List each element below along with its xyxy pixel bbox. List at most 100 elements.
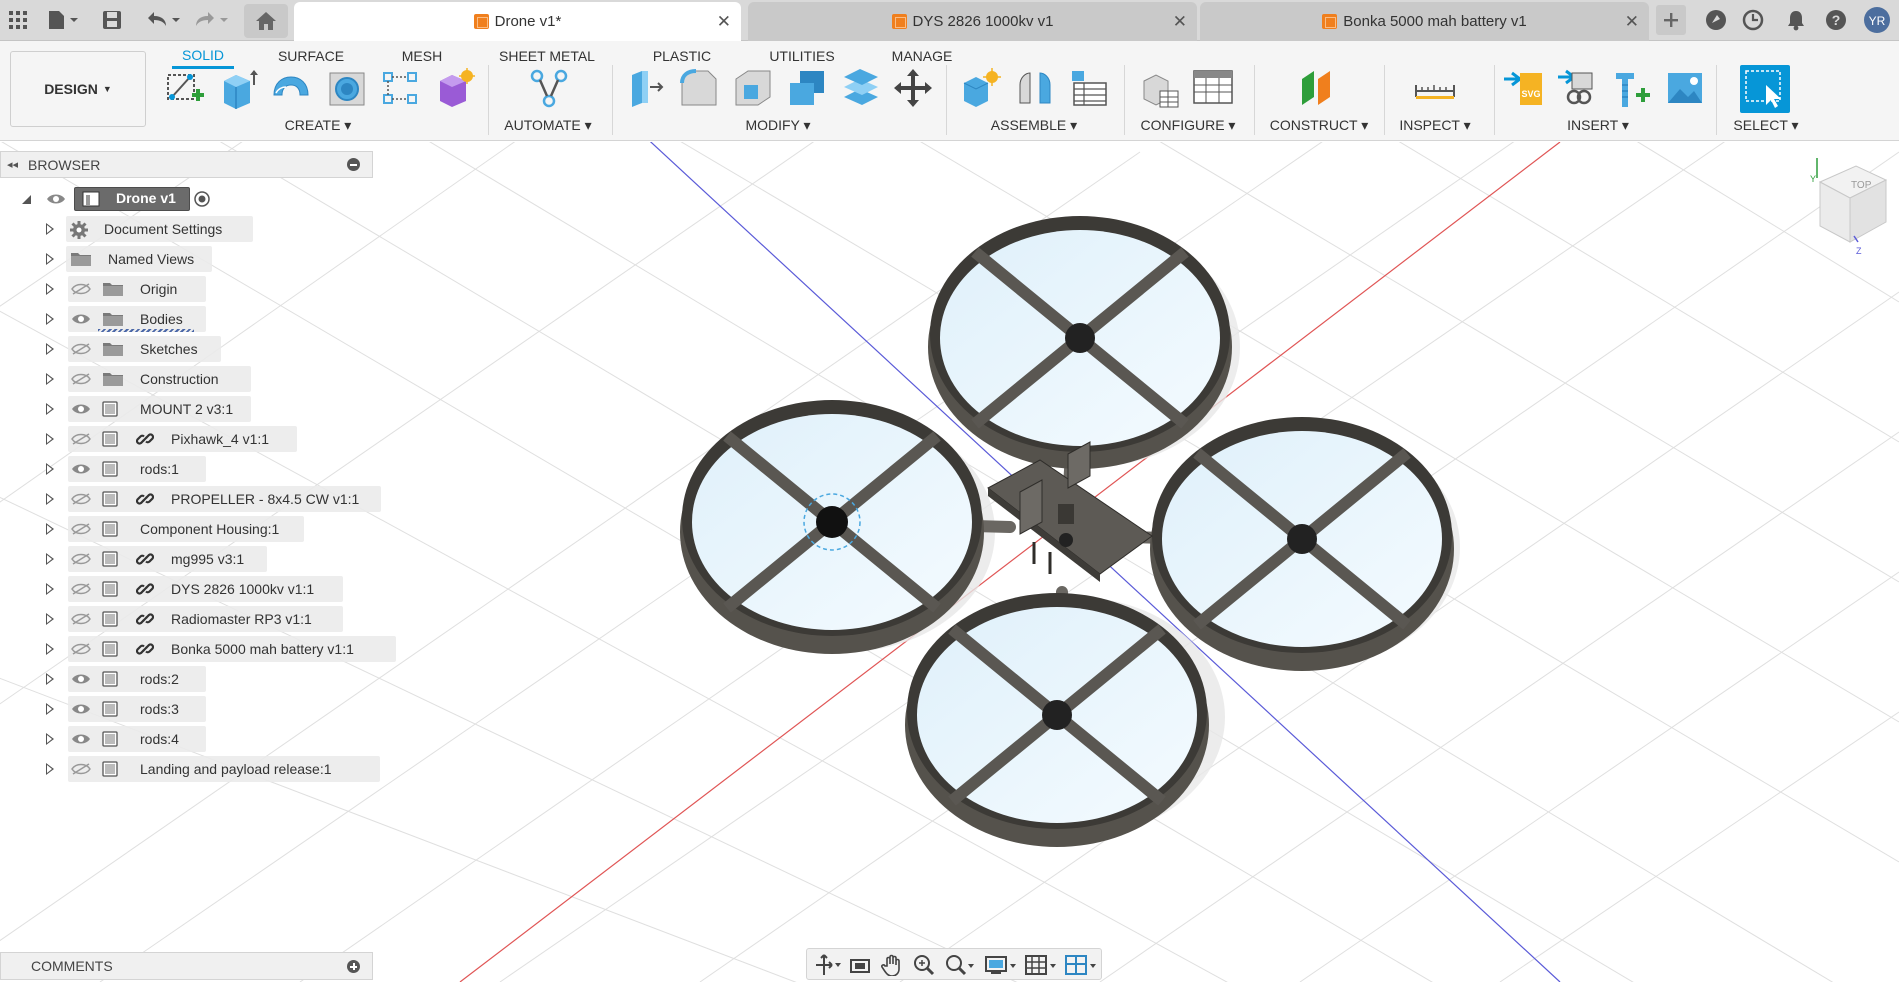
select-menu[interactable]: SELECT ▾: [1716, 117, 1816, 134]
comments-panel-header[interactable]: COMMENTS: [0, 952, 373, 980]
insert-mcmaster-icon[interactable]: [1610, 67, 1652, 109]
eye-visible-icon[interactable]: [46, 192, 66, 206]
browser-item-rods-1[interactable]: rods:1: [0, 456, 373, 482]
assemble-menu[interactable]: ASSEMBLE ▾: [984, 117, 1084, 134]
insert-derive-icon[interactable]: [1556, 67, 1598, 109]
zoom-icon[interactable]: [913, 954, 935, 976]
app-grid-icon[interactable]: [6, 6, 30, 34]
browser-item-radiomaster-rp3-v1-1[interactable]: Radiomaster RP3 v1:1: [0, 606, 373, 632]
browser-item-bodies[interactable]: Bodies: [0, 306, 373, 332]
expand-triangle-icon[interactable]: [46, 223, 54, 235]
file-menu-button[interactable]: [44, 6, 82, 34]
eye-visible-icon[interactable]: [71, 462, 91, 476]
home-icon[interactable]: [244, 4, 288, 38]
eye-hidden-icon[interactable]: [71, 492, 91, 506]
insert-menu[interactable]: INSERT ▾: [1548, 117, 1648, 134]
browser-item-named-views[interactable]: Named Views: [0, 246, 373, 272]
eye-hidden-icon[interactable]: [71, 372, 91, 386]
bom-icon[interactable]: [1068, 67, 1110, 109]
browser-item-dys-2826-1000kv-v1-1[interactable]: DYS 2826 1000kv v1:1: [0, 576, 373, 602]
browser-item-rods-4[interactable]: rods:4: [0, 726, 373, 752]
create-menu[interactable]: CREATE ▾: [272, 117, 364, 134]
revolve-icon[interactable]: [270, 67, 312, 109]
browser-item-construction[interactable]: Construction: [0, 366, 373, 392]
browser-item-document-settings[interactable]: Document Settings: [0, 216, 373, 242]
joint-icon[interactable]: [1014, 67, 1056, 109]
browser-item-pixhawk-4-v1-1[interactable]: Pixhawk_4 v1:1: [0, 426, 373, 452]
notifications-bell-icon[interactable]: [1784, 6, 1808, 34]
hole-icon[interactable]: [326, 67, 368, 109]
display-settings-icon[interactable]: [985, 954, 1017, 976]
extrude-icon[interactable]: [218, 67, 260, 109]
eye-visible-icon[interactable]: [71, 702, 91, 716]
tab-solid[interactable]: SOLID: [172, 43, 234, 69]
fillet-icon[interactable]: [678, 67, 720, 109]
expand-triangle-icon[interactable]: [46, 553, 54, 565]
new-tab-plus-icon[interactable]: [1656, 5, 1686, 35]
expand-triangle-icon[interactable]: [46, 283, 54, 295]
expand-triangle-icon[interactable]: [46, 643, 54, 655]
create-sketch-icon[interactable]: [164, 67, 206, 109]
offset-plane-icon[interactable]: [1296, 67, 1338, 109]
activate-radio-icon[interactable]: [194, 191, 210, 207]
offset-face-icon[interactable]: [840, 67, 882, 109]
browser-item-origin[interactable]: Origin: [0, 276, 373, 302]
expand-triangle-icon[interactable]: [46, 373, 54, 385]
expand-triangle-icon[interactable]: [46, 733, 54, 745]
insert-svg-icon[interactable]: SVG: [1502, 67, 1544, 109]
eye-visible-icon[interactable]: [71, 312, 91, 326]
document-tab-bonka-battery[interactable]: Bonka 5000 mah battery v1 ✕: [1200, 2, 1649, 41]
document-tab-drone[interactable]: Drone v1* ✕: [294, 2, 741, 41]
expand-triangle-icon[interactable]: [46, 763, 54, 775]
expand-triangle-icon[interactable]: [46, 403, 54, 415]
tab-manage[interactable]: MANAGE: [884, 43, 960, 69]
form-icon[interactable]: [434, 67, 476, 109]
shell-icon[interactable]: [732, 67, 774, 109]
new-component-icon[interactable]: [960, 67, 1002, 109]
tab-sheet-metal[interactable]: SHEET METAL: [490, 43, 604, 69]
expand-triangle-icon[interactable]: [46, 523, 54, 535]
select-icon[interactable]: [1740, 65, 1790, 113]
eye-hidden-icon[interactable]: [71, 342, 91, 356]
browser-item-rods-2[interactable]: rods:2: [0, 666, 373, 692]
eye-hidden-icon[interactable]: [71, 552, 91, 566]
browser-item-landing-and-payload-release-1[interactable]: Landing and payload release:1: [0, 756, 380, 782]
eye-visible-icon[interactable]: [71, 402, 91, 416]
browser-panel-header[interactable]: ◂◂ BROWSER: [0, 151, 373, 178]
save-icon[interactable]: [100, 6, 124, 34]
configure-menu[interactable]: CONFIGURE ▾: [1138, 117, 1238, 134]
inspect-menu[interactable]: INSPECT ▾: [1388, 117, 1482, 134]
grid-settings-icon[interactable]: [1025, 954, 1057, 976]
tab-surface[interactable]: SURFACE: [270, 43, 352, 69]
add-comment-icon[interactable]: [347, 960, 360, 973]
help-icon[interactable]: ?: [1824, 6, 1848, 34]
eye-hidden-icon[interactable]: [71, 282, 91, 296]
move-icon[interactable]: [892, 67, 934, 109]
orbit-icon[interactable]: [815, 954, 841, 976]
eye-hidden-icon[interactable]: [71, 522, 91, 536]
tab-plastic[interactable]: PLASTIC: [642, 43, 722, 69]
construct-menu[interactable]: CONSTRUCT ▾: [1266, 117, 1372, 134]
browser-item-mg995-v3-1[interactable]: mg995 v3:1: [0, 546, 373, 572]
eye-visible-icon[interactable]: [71, 672, 91, 686]
tab-utilities[interactable]: UTILITIES: [760, 43, 844, 69]
undo-icon[interactable]: [142, 6, 182, 34]
pattern-icon[interactable]: [380, 67, 422, 109]
browser-minimize-icon[interactable]: [347, 158, 360, 171]
close-tab-icon[interactable]: ✕: [717, 12, 731, 32]
expand-triangle-icon[interactable]: [46, 703, 54, 715]
configuration-table-icon[interactable]: [1192, 67, 1234, 109]
browser-root-item[interactable]: Drone v1: [0, 186, 373, 212]
browser-item-component-housing-1[interactable]: Component Housing:1: [0, 516, 373, 542]
extensions-icon[interactable]: [1704, 6, 1728, 34]
browser-item-mount-2-v3-1[interactable]: MOUNT 2 v3:1: [0, 396, 373, 422]
eye-hidden-icon[interactable]: [71, 762, 91, 776]
account-avatar[interactable]: YR: [1862, 6, 1892, 34]
eye-visible-icon[interactable]: [71, 732, 91, 746]
redo-icon[interactable]: [190, 6, 230, 34]
automate-icon[interactable]: [528, 67, 570, 109]
close-tab-icon[interactable]: ✕: [1173, 12, 1187, 32]
eye-hidden-icon[interactable]: [71, 612, 91, 626]
job-status-clock-icon[interactable]: [1741, 6, 1765, 34]
workspace-switcher-button[interactable]: DESIGN ▼: [10, 51, 146, 127]
